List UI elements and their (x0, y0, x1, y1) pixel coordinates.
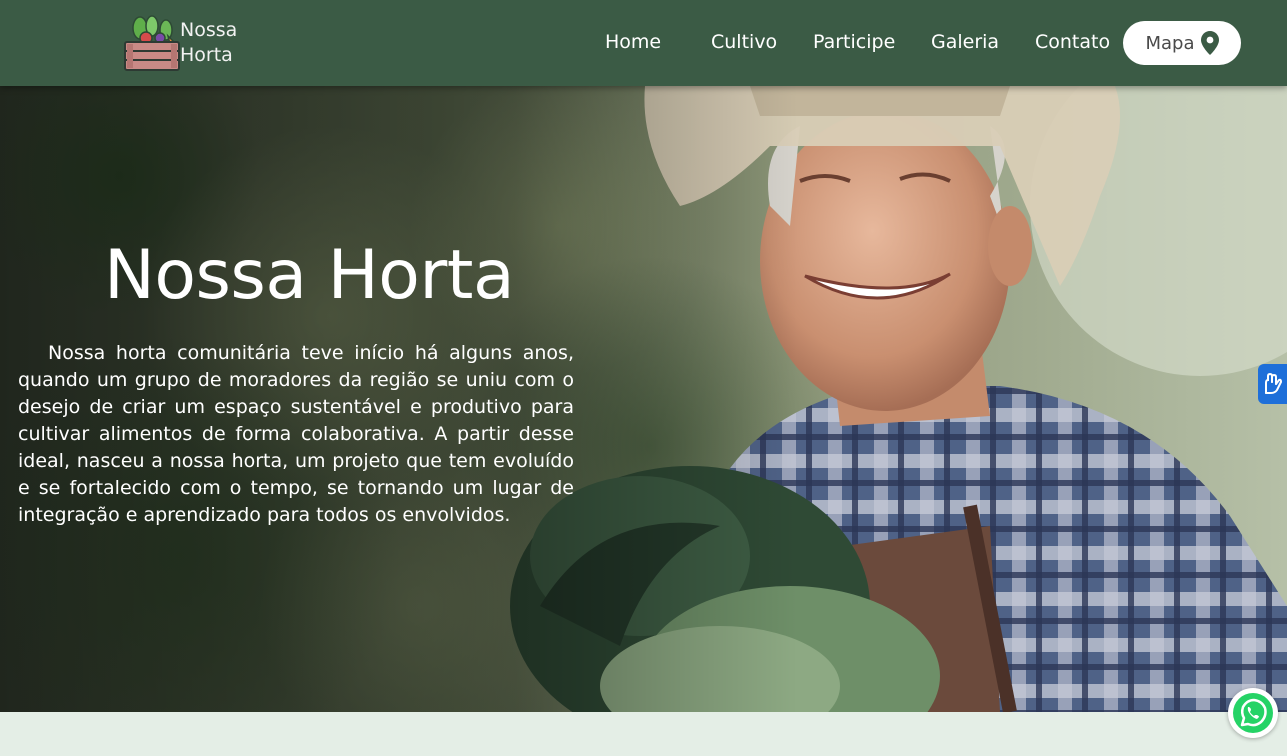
logo-text: Nossa Horta (180, 18, 237, 68)
next-section-band (0, 712, 1287, 756)
nav-contato[interactable]: Contato (1035, 31, 1110, 53)
sign-language-hands-icon (1264, 373, 1282, 394)
logo-line-1: Nossa (180, 19, 238, 41)
whatsapp-icon (1233, 693, 1273, 733)
nav-cultivo[interactable]: Cultivo (711, 31, 777, 53)
map-button-label: Mapa (1145, 32, 1195, 54)
nav-galeria[interactable]: Galeria (931, 31, 999, 53)
site-header: Nossa Horta Home Cultivo Participe Galer… (0, 0, 1287, 86)
map-button[interactable]: Mapa (1123, 21, 1241, 65)
accessibility-widget-button[interactable] (1258, 364, 1287, 404)
logo-line-2: Horta (180, 44, 233, 66)
hero-title: Nossa Horta (104, 236, 515, 315)
location-pin-icon (1200, 31, 1219, 55)
hero-section: Nossa Horta Nossa horta comunitária teve… (0, 86, 1287, 712)
vegetable-crate-icon (124, 15, 180, 71)
hero-paragraph: Nossa horta comunitária teve início há a… (18, 342, 574, 526)
nav-participe[interactable]: Participe (813, 31, 895, 53)
nav-home[interactable]: Home (605, 31, 661, 53)
whatsapp-button[interactable] (1228, 688, 1278, 738)
logo[interactable]: Nossa Horta (122, 14, 237, 72)
